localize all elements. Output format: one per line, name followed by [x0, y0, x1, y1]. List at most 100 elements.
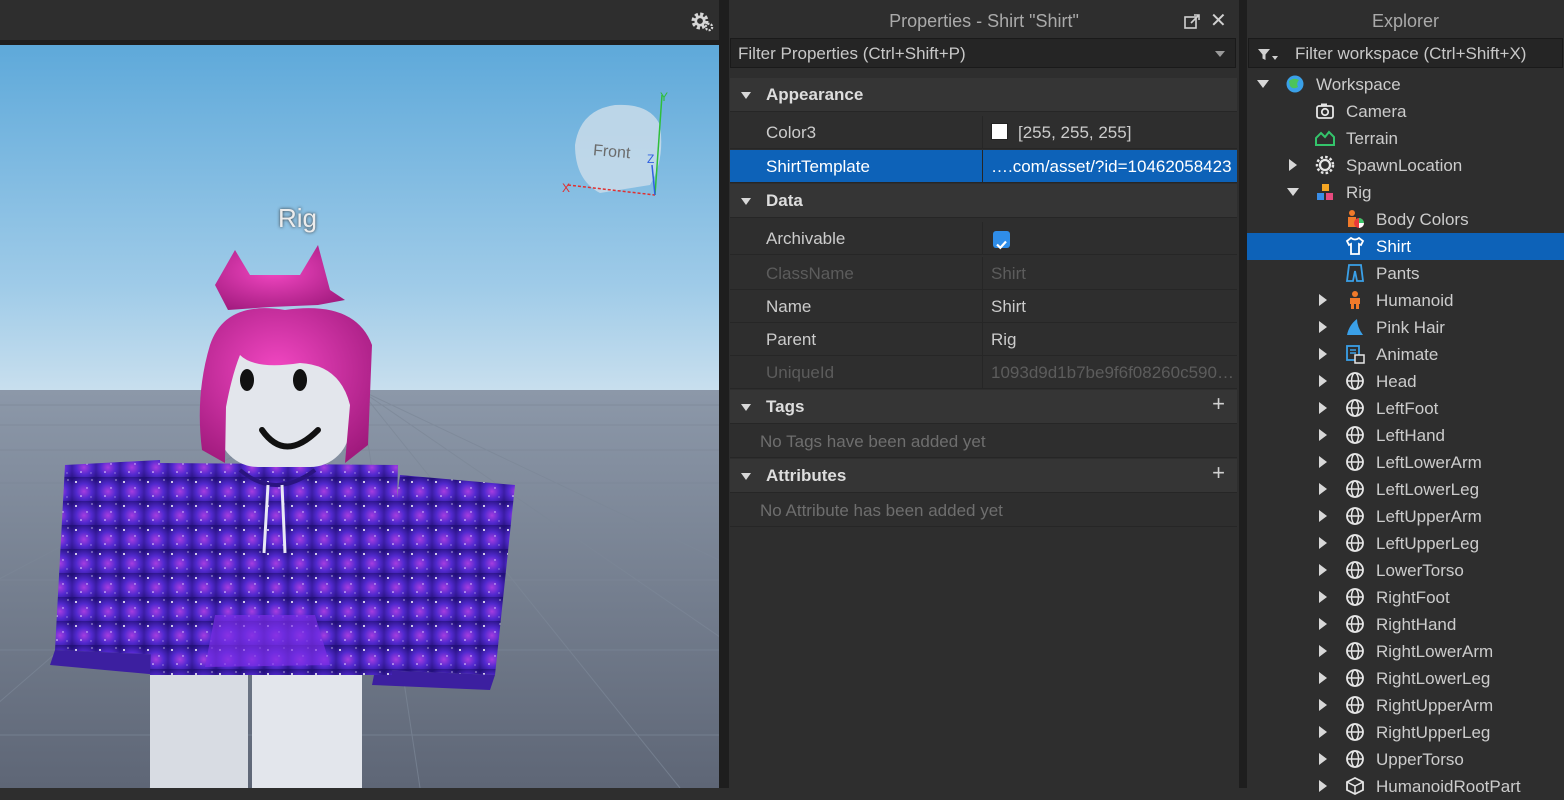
property-name: ShirtTemplate — [766, 157, 870, 176]
tree-item-humanoid[interactable]: Humanoid — [1247, 287, 1564, 314]
collapsed-arrow-icon[interactable] — [1319, 699, 1327, 711]
property-name: Parent — [766, 330, 817, 349]
camera-icon — [1316, 103, 1334, 119]
tree-item-rightfoot[interactable]: RightFoot — [1247, 584, 1564, 611]
tree-item-workspace[interactable]: Workspace — [1247, 71, 1564, 98]
collapsed-arrow-icon[interactable] — [1319, 456, 1327, 468]
property-row-name[interactable]: Name Shirt — [730, 290, 1237, 323]
chevron-down-icon[interactable] — [1215, 51, 1225, 57]
collapsed-arrow-icon[interactable] — [1319, 753, 1327, 765]
expanded-arrow-icon[interactable] — [1287, 188, 1299, 196]
color-swatch[interactable] — [991, 123, 1008, 140]
tree-item-shirt[interactable]: Shirt — [1247, 233, 1564, 260]
tree-item-rig[interactable]: Rig — [1247, 179, 1564, 206]
collapsed-arrow-icon[interactable] — [1319, 645, 1327, 657]
section-tags[interactable]: Tags + — [730, 390, 1237, 424]
property-row-parent[interactable]: Parent Rig — [730, 323, 1237, 356]
tree-item-leftupperarm[interactable]: LeftUpperArm — [1247, 503, 1564, 530]
tree-item-label: Pants — [1376, 264, 1420, 283]
property-value[interactable]: Rig — [982, 323, 1237, 355]
body-colors-icon — [1348, 210, 1364, 228]
tree-item-lefthand[interactable]: LeftHand — [1247, 422, 1564, 449]
undock-icon[interactable] — [1184, 12, 1202, 30]
panel-divider[interactable] — [719, 0, 729, 788]
tree-item-head[interactable]: Head — [1247, 368, 1564, 395]
property-row-archivable[interactable]: Archivable — [730, 222, 1237, 255]
tree-item-pants[interactable]: Pants — [1247, 260, 1564, 287]
collapsed-arrow-icon[interactable] — [1319, 348, 1327, 360]
tree-item-spawnlocation[interactable]: SpawnLocation — [1247, 152, 1564, 179]
collapse-arrow-icon[interactable] — [741, 473, 751, 480]
property-row-shirttemplate[interactable]: ShirtTemplate ….com/asset/?id=1046205842… — [730, 150, 1237, 183]
tree-item-rightlowerleg[interactable]: RightLowerLeg — [1247, 665, 1564, 692]
collapsed-arrow-icon[interactable] — [1319, 618, 1327, 630]
explorer-filter-input[interactable]: Filter workspace (Ctrl+Shift+X) — [1248, 38, 1563, 68]
tree-item-terrain[interactable]: Terrain — [1247, 125, 1564, 152]
section-data[interactable]: Data — [730, 184, 1237, 218]
collapse-arrow-icon[interactable] — [741, 198, 751, 205]
tree-item-rightupperarm[interactable]: RightUpperArm — [1247, 692, 1564, 719]
tree-item-leftupperleg[interactable]: LeftUpperLeg — [1247, 530, 1564, 557]
expanded-arrow-icon[interactable] — [1257, 80, 1269, 88]
tree-item-rightupperleg[interactable]: RightUpperLeg — [1247, 719, 1564, 746]
tree-item-rightlowerarm[interactable]: RightLowerArm — [1247, 638, 1564, 665]
close-icon[interactable]: ✕ — [1210, 11, 1227, 31]
viewport[interactable]: Front X Y Z Rig — [0, 0, 719, 788]
property-name: Name — [766, 297, 812, 316]
collapsed-arrow-icon[interactable] — [1319, 321, 1327, 333]
properties-panel: Properties - Shirt "Shirt" ✕ Filter Prop… — [729, 0, 1239, 788]
properties-filter-input[interactable]: Filter Properties (Ctrl+Shift+P) — [730, 38, 1236, 68]
property-value[interactable]: ….com/asset/?id=10462058423 — [982, 150, 1237, 182]
tree-item-body-colors[interactable]: Body Colors — [1247, 206, 1564, 233]
collapsed-arrow-icon[interactable] — [1319, 402, 1327, 414]
tree-item-label: LowerTorso — [1376, 561, 1464, 580]
collapse-arrow-icon[interactable] — [741, 92, 751, 99]
tree-item-pink-hair[interactable]: Pink Hair — [1247, 314, 1564, 341]
property-value[interactable] — [982, 222, 1237, 254]
collapsed-arrow-icon[interactable] — [1319, 429, 1327, 441]
tree-item-camera[interactable]: Camera — [1247, 98, 1564, 125]
tree-item-leftfoot[interactable]: LeftFoot — [1247, 395, 1564, 422]
section-attributes[interactable]: Attributes + — [730, 459, 1237, 493]
filter-icon[interactable] — [1257, 48, 1279, 62]
section-attributes-title: Attributes — [766, 466, 847, 485]
3d-scene[interactable]: Front X Y Z — [0, 45, 719, 788]
property-row-color3[interactable]: Color3 [255, 255, 255] — [730, 116, 1237, 149]
color3-value: [255, 255, 255] — [1018, 123, 1132, 142]
collapsed-arrow-icon[interactable] — [1289, 159, 1297, 171]
tree-item-leftlowerarm[interactable]: LeftLowerArm — [1247, 449, 1564, 476]
collapsed-arrow-icon[interactable] — [1319, 726, 1327, 738]
tree-item-uppertorso[interactable]: UpperTorso — [1247, 746, 1564, 773]
mesh-part-icon — [1346, 642, 1364, 660]
collapsed-arrow-icon[interactable] — [1319, 537, 1327, 549]
tree-item-lowertorso[interactable]: LowerTorso — [1247, 557, 1564, 584]
section-appearance[interactable]: Appearance — [730, 78, 1237, 112]
tree-item-leftlowerleg[interactable]: LeftLowerLeg — [1247, 476, 1564, 503]
property-value[interactable]: Shirt — [982, 290, 1237, 322]
collapsed-arrow-icon[interactable] — [1319, 591, 1327, 603]
add-attribute-icon[interactable]: + — [1212, 461, 1225, 485]
property-value[interactable]: [255, 255, 255] — [982, 116, 1237, 148]
collapse-arrow-icon[interactable] — [741, 404, 751, 411]
property-name: Archivable — [766, 229, 846, 248]
collapsed-arrow-icon[interactable] — [1319, 375, 1327, 387]
tree-item-label: Terrain — [1346, 129, 1398, 148]
settings-icon[interactable] — [689, 8, 715, 34]
checkmark-icon — [996, 240, 1007, 250]
add-tag-icon[interactable]: + — [1212, 392, 1225, 416]
tree-item-humanoidrootpart[interactable]: HumanoidRootPart — [1247, 773, 1564, 800]
terrain-icon — [1315, 130, 1335, 146]
collapsed-arrow-icon[interactable] — [1319, 780, 1327, 792]
panel-divider[interactable] — [1239, 0, 1247, 788]
tree-item-label: Humanoid — [1376, 291, 1454, 310]
collapsed-arrow-icon[interactable] — [1319, 564, 1327, 576]
archivable-checkbox[interactable] — [993, 231, 1010, 250]
collapsed-arrow-icon[interactable] — [1319, 510, 1327, 522]
property-name: Color3 — [766, 123, 817, 142]
tree-item-animate[interactable]: Animate — [1247, 341, 1564, 368]
collapsed-arrow-icon[interactable] — [1319, 294, 1327, 306]
tree-item-righthand[interactable]: RightHand — [1247, 611, 1564, 638]
collapsed-arrow-icon[interactable] — [1319, 672, 1327, 684]
viewport-toolbar — [0, 0, 719, 44]
collapsed-arrow-icon[interactable] — [1319, 483, 1327, 495]
